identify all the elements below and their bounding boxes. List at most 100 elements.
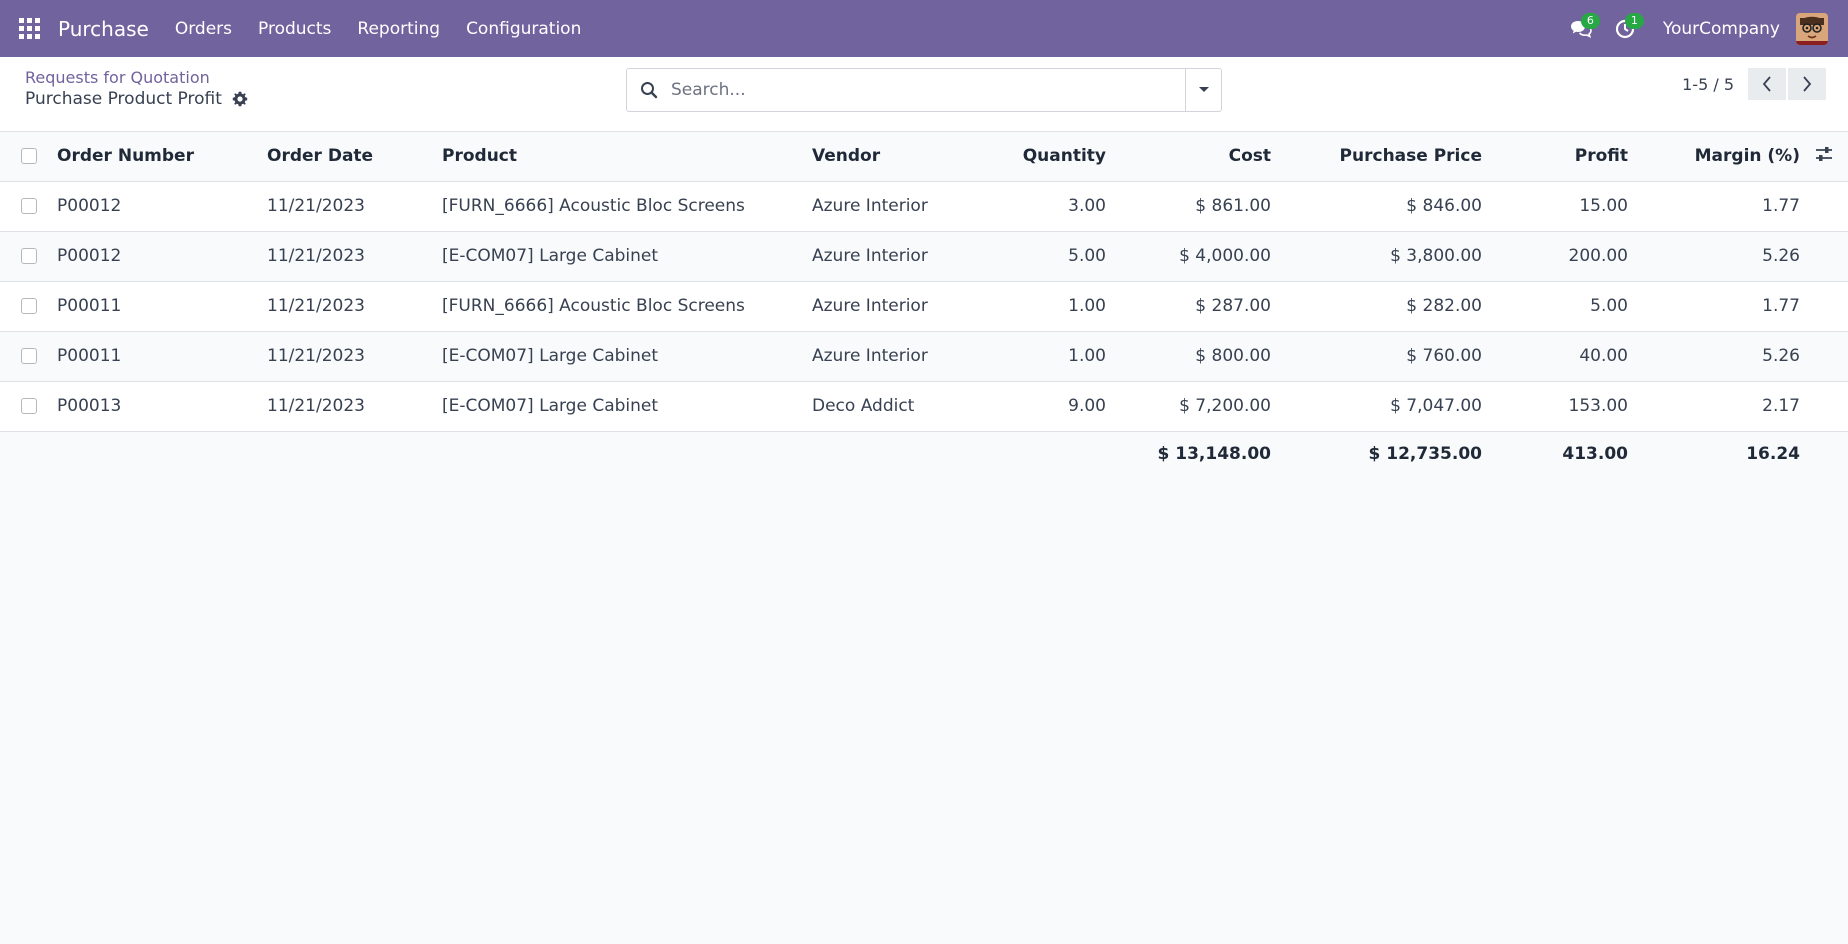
header-quantity[interactable]: Quantity — [982, 132, 1106, 182]
cell-margin: 2.17 — [1628, 381, 1800, 432]
select-all-checkbox[interactable] — [20, 148, 37, 165]
cell-purchase-price: $ 846.00 — [1271, 181, 1482, 232]
pager-next-button[interactable] — [1788, 68, 1826, 100]
cell-product: [E-COM07] Large Cabinet — [442, 381, 812, 432]
optional-columns-cell — [1800, 132, 1848, 182]
table-header-row: Order Number Order Date Product Vendor Q… — [0, 132, 1848, 182]
row-select-cell — [0, 281, 57, 332]
cell-order-number: P00012 — [57, 231, 267, 282]
cell-vendor: Azure Interior — [812, 181, 982, 232]
table-row[interactable]: P00011 11/21/2023 [E-COM07] Large Cabine… — [0, 331, 1848, 382]
cell-order-date: 11/21/2023 — [267, 181, 442, 232]
optional-columns-icon[interactable] — [1815, 146, 1833, 162]
row-checkbox[interactable] — [20, 348, 37, 364]
row-checkbox[interactable] — [20, 398, 37, 414]
menu-products[interactable]: Products — [258, 19, 331, 39]
breadcrumb-current: Purchase Product Profit — [25, 89, 248, 109]
cell-order-number: P00011 — [57, 281, 267, 332]
header-profit[interactable]: Profit — [1482, 132, 1628, 182]
totals-empty-cell — [1800, 431, 1848, 477]
menu-reporting[interactable]: Reporting — [357, 19, 440, 39]
row-checkbox[interactable] — [20, 248, 37, 264]
user-avatar[interactable] — [1796, 12, 1828, 45]
row-spacer — [1800, 331, 1848, 382]
cell-quantity: 3.00 — [982, 181, 1106, 232]
header-margin[interactable]: Margin (%) — [1628, 132, 1800, 182]
table-row[interactable]: P00011 11/21/2023 [FURN_6666] Acoustic B… — [0, 281, 1848, 332]
search-options-toggle[interactable] — [1185, 69, 1221, 111]
header-order-date[interactable]: Order Date — [267, 132, 442, 182]
cell-profit: 40.00 — [1482, 331, 1628, 382]
cell-profit: 153.00 — [1482, 381, 1628, 432]
header-order-number[interactable]: Order Number — [57, 132, 267, 182]
cell-margin: 5.26 — [1628, 231, 1800, 282]
total-cost: $ 13,148.00 — [1106, 431, 1271, 477]
gear-icon[interactable] — [232, 91, 248, 107]
cell-vendor: Azure Interior — [812, 231, 982, 282]
messages-button[interactable]: 6 — [1559, 0, 1603, 57]
cell-vendor: Azure Interior — [812, 331, 982, 382]
cell-order-number: P00011 — [57, 331, 267, 382]
cell-cost: $ 861.00 — [1106, 181, 1271, 232]
total-profit: 413.00 — [1482, 431, 1628, 477]
row-select-cell — [0, 231, 57, 282]
row-spacer — [1800, 181, 1848, 232]
row-select-cell — [0, 331, 57, 382]
row-select-cell — [0, 181, 57, 232]
search-icon — [627, 81, 671, 99]
total-purchase-price: $ 12,735.00 — [1271, 431, 1482, 477]
app-name[interactable]: Purchase — [58, 17, 149, 41]
cell-profit: 5.00 — [1482, 281, 1628, 332]
row-spacer — [1800, 231, 1848, 282]
company-switcher[interactable]: YourCompany — [1663, 19, 1780, 39]
row-select-cell — [0, 381, 57, 432]
cell-purchase-price: $ 7,047.00 — [1271, 381, 1482, 432]
activities-count-badge: 1 — [1624, 13, 1644, 29]
cell-quantity: 9.00 — [982, 381, 1106, 432]
cell-product: [E-COM07] Large Cabinet — [442, 231, 812, 282]
breadcrumb-parent-link[interactable]: Requests for Quotation — [25, 68, 248, 87]
header-vendor[interactable]: Vendor — [812, 132, 982, 182]
pager-value[interactable]: 1-5 / 5 — [1682, 75, 1734, 94]
table-row[interactable]: P00013 11/21/2023 [E-COM07] Large Cabine… — [0, 381, 1848, 432]
header-cost[interactable]: Cost — [1106, 132, 1271, 182]
header-purchase-price[interactable]: Purchase Price — [1271, 132, 1482, 182]
cell-order-date: 11/21/2023 — [267, 281, 442, 332]
cell-margin: 1.77 — [1628, 181, 1800, 232]
totals-empty-cell — [982, 431, 1106, 477]
cell-product: [FURN_6666] Acoustic Bloc Screens — [442, 281, 812, 332]
activities-button[interactable]: 1 — [1603, 0, 1647, 57]
cell-cost: $ 4,000.00 — [1106, 231, 1271, 282]
table-row[interactable]: P00012 11/21/2023 [FURN_6666] Acoustic B… — [0, 181, 1848, 232]
page-title: Purchase Product Profit — [25, 89, 222, 109]
control-panel: Requests for Quotation Purchase Product … — [0, 57, 1848, 132]
cell-cost: $ 287.00 — [1106, 281, 1271, 332]
messages-count-badge: 6 — [1580, 13, 1600, 29]
menu-orders[interactable]: Orders — [175, 19, 232, 39]
cell-order-date: 11/21/2023 — [267, 381, 442, 432]
chevron-left-icon — [1762, 76, 1771, 92]
app-grid-icon[interactable] — [0, 0, 58, 57]
cell-profit: 200.00 — [1482, 231, 1628, 282]
cell-cost: $ 7,200.00 — [1106, 381, 1271, 432]
totals-empty-cell — [0, 431, 57, 477]
row-checkbox[interactable] — [20, 298, 37, 314]
cell-cost: $ 800.00 — [1106, 331, 1271, 382]
menu-configuration[interactable]: Configuration — [466, 19, 581, 39]
cell-quantity: 1.00 — [982, 331, 1106, 382]
pager-previous-button[interactable] — [1748, 68, 1786, 100]
total-margin: 16.24 — [1628, 431, 1800, 477]
row-checkbox[interactable] — [20, 198, 37, 214]
search-input[interactable] — [671, 80, 1185, 100]
table-row[interactable]: P00012 11/21/2023 [E-COM07] Large Cabine… — [0, 231, 1848, 282]
chevron-right-icon — [1803, 76, 1812, 92]
totals-empty-cell — [267, 431, 442, 477]
totals-empty-cell — [812, 431, 982, 477]
cell-margin: 5.26 — [1628, 331, 1800, 382]
totals-row: $ 13,148.00 $ 12,735.00 413.00 16.24 — [0, 431, 1848, 477]
header-product[interactable]: Product — [442, 132, 812, 182]
top-navbar: Purchase Orders Products Reporting Confi… — [0, 0, 1848, 57]
cell-purchase-price: $ 3,800.00 — [1271, 231, 1482, 282]
cell-margin: 1.77 — [1628, 281, 1800, 332]
cell-purchase-price: $ 282.00 — [1271, 281, 1482, 332]
